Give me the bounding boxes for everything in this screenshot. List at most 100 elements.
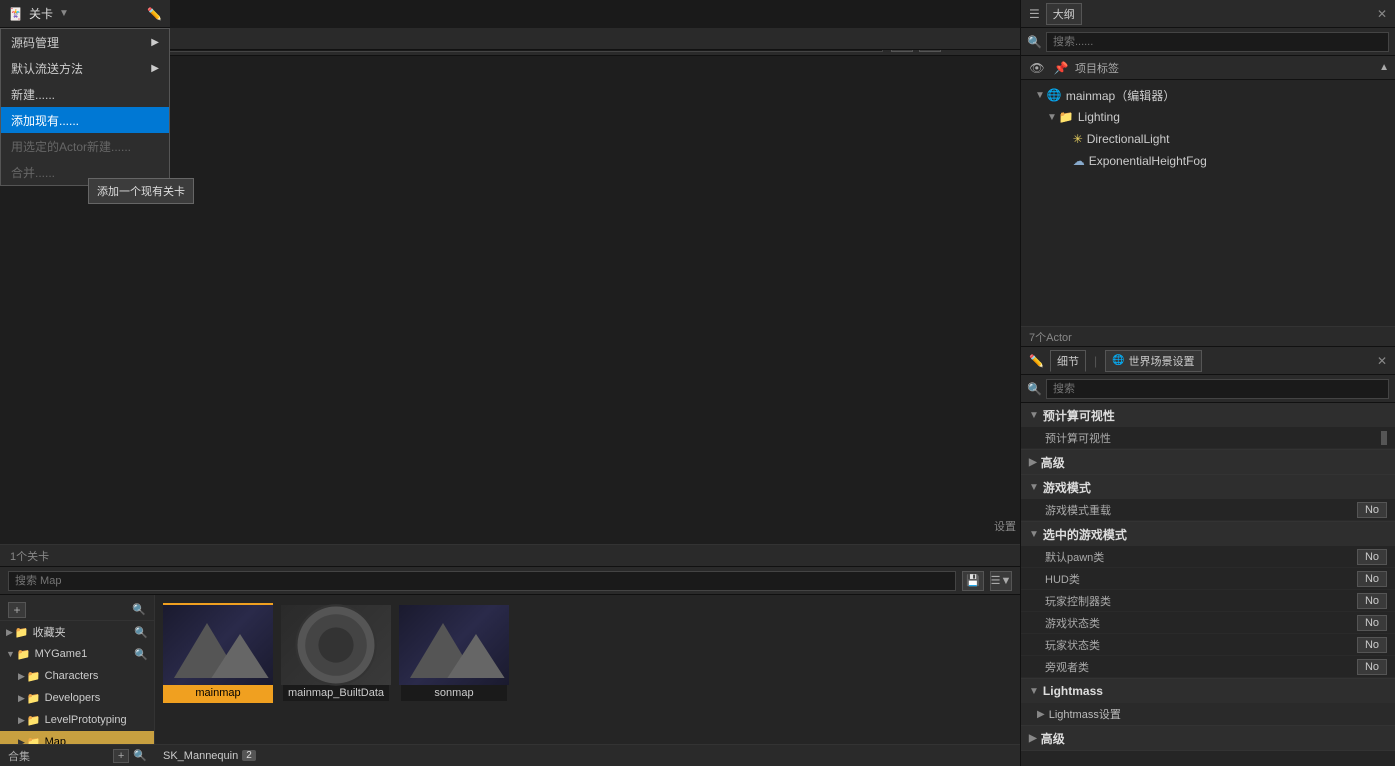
- folder-icon-developers: 📁: [27, 692, 41, 705]
- fog-icon: ☁: [1073, 154, 1085, 168]
- section-title-precomputed: 预计算可视性: [1043, 407, 1387, 424]
- folder-add-btn[interactable]: +: [8, 602, 26, 618]
- section-header-advanced2[interactable]: ▶ 高级: [1021, 726, 1395, 750]
- filter-btn[interactable]: ☰▼: [990, 571, 1012, 591]
- eye-icon[interactable]: 👁: [1027, 59, 1047, 77]
- detail-tab-label: 细节: [1057, 353, 1079, 369]
- bottom-content: + 🔍 ▶ 📁 收藏夹 🔍 ▼ 📁 MYGame1 🔍 ▶ 📁 Characte: [0, 595, 1020, 766]
- asset-thumb-sonmap: [399, 605, 509, 685]
- header-arrow: ▼: [59, 8, 69, 19]
- props-search-input[interactable]: [1046, 379, 1389, 399]
- tree-item-directional-light[interactable]: ▶ ✳ DirectionalLight: [1021, 128, 1395, 150]
- search-mygame1[interactable]: 🔍: [134, 648, 148, 661]
- section-title-adv1: 高级: [1041, 454, 1387, 471]
- favorites-section: + 🔍: [0, 599, 154, 621]
- section-header-game-mode[interactable]: ▼ 游戏模式: [1021, 475, 1395, 499]
- section-selected-game-mode: ▼ 选中的游戏模式 默认pawn类 No HUD类 No 玩家控制器类 No 游…: [1021, 522, 1395, 679]
- menu-header-label: 关卡: [29, 5, 53, 22]
- row-player-controller: 玩家控制器类 No: [1021, 590, 1395, 612]
- sidebar-item-characters[interactable]: ▶ 📁 Characters: [0, 665, 154, 687]
- label-developers: Developers: [45, 692, 148, 704]
- collection-footer: 合集 + 🔍: [0, 744, 155, 766]
- outline-tab[interactable]: 大纲: [1046, 3, 1082, 25]
- outline-panel-header: ☰ 大纲 ✕: [1021, 0, 1395, 28]
- tree-item-mainmap[interactable]: ▼ 🌐 mainmap（编辑器）: [1021, 84, 1395, 106]
- section-arrow-selected-gm: ▼: [1029, 529, 1039, 540]
- props-search-icon: 🔍: [1027, 382, 1042, 396]
- section-arrow-lightmass: ▼: [1029, 686, 1039, 697]
- section-advanced2: ▶ 高级: [1021, 726, 1395, 751]
- props-toggle[interactable]: [1381, 431, 1387, 445]
- sidebar-item-level-prototyping[interactable]: ▶ 📁 LevelPrototyping: [0, 709, 154, 731]
- arrow-level-proto: ▶: [18, 715, 25, 726]
- section-arrow-game-mode: ▼: [1029, 482, 1039, 493]
- row-label-game-state: 游戏状态类: [1045, 615, 1357, 631]
- world-settings-tab[interactable]: 🌐 世界场景设置: [1105, 350, 1201, 372]
- section-precomputed-visibility: ▼ 预计算可视性 预计算可视性: [1021, 403, 1395, 450]
- outline-search-input[interactable]: [1046, 32, 1389, 52]
- subsection-lightmass-settings[interactable]: ▶ Lightmass设置: [1021, 703, 1395, 725]
- section-game-mode: ▼ 游戏模式 游戏模式重载 No: [1021, 475, 1395, 522]
- actor-count-label: 7个Actor: [1029, 329, 1072, 345]
- menu-header: 🃏 关卡 ▼ ✏️: [0, 0, 170, 28]
- filter-label: 项目标签: [1075, 60, 1375, 76]
- sidebar-item-developers[interactable]: ▶ 📁 Developers: [0, 687, 154, 709]
- row-label-player-state: 玩家状态类: [1045, 637, 1357, 653]
- detail-tab[interactable]: 细节: [1050, 350, 1086, 372]
- tree-item-exp-fog[interactable]: ▶ ☁ ExponentialHeightFog: [1021, 150, 1395, 172]
- props-search-bar: 🔍: [1021, 375, 1395, 403]
- outline-close-btn[interactable]: ✕: [1377, 7, 1387, 21]
- sort-arrow[interactable]: ▲: [1379, 62, 1389, 73]
- row-label-default-pawn: 默认pawn类: [1045, 549, 1357, 565]
- props-content: ▼ 预计算可视性 预计算可视性 ▶ 高级 ▼ 游戏模式: [1021, 403, 1395, 766]
- menu-item-default-flow[interactable]: 默认流送方法 ▶: [1, 55, 169, 81]
- label-characters: Characters: [45, 670, 148, 682]
- search-favorites[interactable]: 🔍: [134, 626, 148, 639]
- tree-label-mainmap: mainmap（编辑器）: [1066, 87, 1175, 104]
- menu-edit-icon[interactable]: ✏️: [147, 7, 162, 21]
- sidebar-item-favorites[interactable]: ▶ 📁 收藏夹 🔍: [0, 621, 154, 643]
- section-header-selected-gm[interactable]: ▼ 选中的游戏模式: [1021, 522, 1395, 546]
- menu-item-new[interactable]: 新建......: [1, 81, 169, 107]
- row-val-player-state: No: [1357, 637, 1387, 653]
- folder-icon-characters: 📁: [27, 670, 41, 683]
- section-header-lightmass[interactable]: ▼ Lightmass: [1021, 679, 1395, 703]
- section-lightmass: ▼ Lightmass ▶ Lightmass设置: [1021, 679, 1395, 726]
- content-search-input[interactable]: [8, 571, 956, 591]
- props-close-btn[interactable]: ✕: [1377, 354, 1387, 368]
- row-hud: HUD类 No: [1021, 568, 1395, 590]
- row-game-mode-override: 游戏模式重载 No: [1021, 499, 1395, 521]
- menu-item-new-from-actor: 用选定的Actor新建......: [1, 133, 169, 159]
- outline-tree: ▼ 🌐 mainmap（编辑器） ▼ 📁 Lighting ▶ ✳ Direct…: [1021, 80, 1395, 326]
- folder-add-bottom[interactable]: +: [113, 749, 129, 763]
- asset-mainmap[interactable]: mainmap: [163, 603, 273, 703]
- folder-icon-mygame1: 📁: [17, 648, 31, 661]
- row-label-player-ctrl: 玩家控制器类: [1045, 593, 1357, 609]
- menu-item-add-existing[interactable]: 添加现有......: [1, 107, 169, 133]
- right-panel: ☰ 大纲 ✕ 🔍 👁 📌 项目标签 ▲ ▼ 🌐 mainmap（编辑器） ▼ 📁…: [1020, 0, 1395, 766]
- dropdown-menu: 源码管理 ▶ 默认流送方法 ▶ 新建...... 添加现有...... 用选定的…: [0, 28, 170, 186]
- search-icon-sidebar[interactable]: 🔍: [132, 603, 146, 616]
- outline-search-icon: 🔍: [1027, 35, 1042, 49]
- row-label-precomputed: 预计算可视性: [1045, 430, 1381, 446]
- folder-icon-favorites: 📁: [15, 626, 29, 639]
- asset-thumb-built: [281, 605, 391, 685]
- arrow-favorites: ▶: [6, 627, 13, 638]
- save-btn[interactable]: 💾: [962, 571, 984, 591]
- tree-arrow-dir-light: ▶: [1063, 134, 1071, 145]
- search-bottom[interactable]: 🔍: [133, 749, 147, 762]
- row-val-spectator: No: [1357, 659, 1387, 675]
- tree-item-lighting[interactable]: ▼ 📁 Lighting: [1021, 106, 1395, 128]
- section-header-precomputed[interactable]: ▼ 预计算可视性: [1021, 403, 1395, 427]
- world-icon: 🌐: [1047, 88, 1062, 102]
- section-title-lightmass: Lightmass: [1043, 684, 1387, 698]
- pin-icon[interactable]: 📌: [1051, 59, 1071, 77]
- section-arrow-precomputed: ▼: [1029, 410, 1039, 421]
- world-tab-label: 世界场景设置: [1129, 353, 1195, 369]
- sidebar-item-mygame1[interactable]: ▼ 📁 MYGame1 🔍: [0, 643, 154, 665]
- asset-mainmap-built[interactable]: mainmap_BuiltData: [281, 603, 391, 703]
- section-header-advanced1[interactable]: ▶ 高级: [1021, 450, 1395, 474]
- left-panel: 🃏 关卡 ▼ ✏️ 源码管理 ▶ 默认流送方法 ▶ 新建...... 添加现有.…: [0, 0, 170, 186]
- asset-sonmap[interactable]: sonmap: [399, 603, 509, 703]
- menu-item-source-mgmt[interactable]: 源码管理 ▶: [1, 29, 169, 55]
